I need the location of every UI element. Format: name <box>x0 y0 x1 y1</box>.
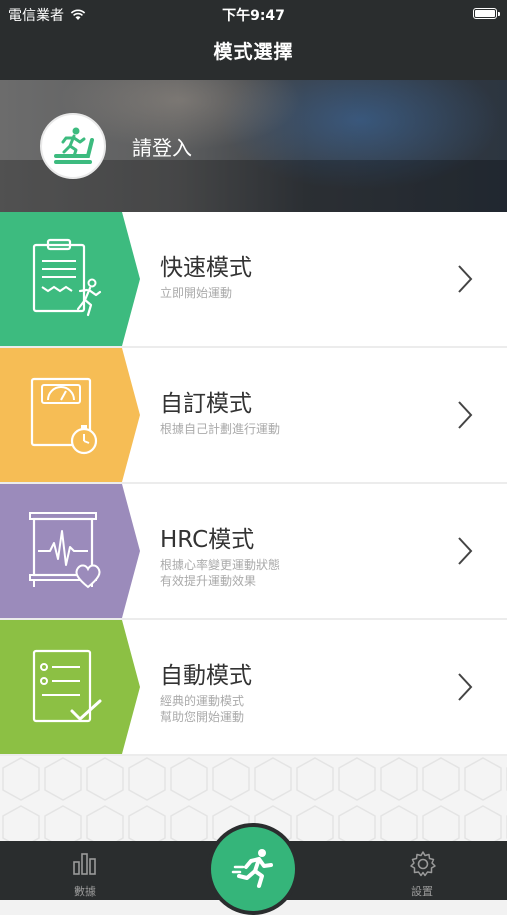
scale-stopwatch-icon <box>30 377 98 455</box>
status-bar: 電信業者 下午9:47 <box>0 0 507 28</box>
mode-subtitle-line2: 幫助您開始運動 <box>160 710 245 724</box>
mode-item-custom[interactable]: 自訂模式 根據自己計劃進行運動 <box>0 348 507 484</box>
mode-tab-background <box>0 212 140 346</box>
runner-icon <box>231 849 273 888</box>
mode-subtitle: 根據自己計劃進行運動 <box>160 421 280 437</box>
checklist-icon <box>32 649 102 723</box>
mode-tab-background <box>0 620 140 754</box>
tab-data-label: 數據 <box>74 885 96 898</box>
gear-icon <box>410 851 436 877</box>
mode-title: 自動模式 <box>160 663 252 689</box>
mode-subtitle: 立即開始運動 <box>160 285 232 301</box>
tab-settings-label: 設置 <box>411 885 433 898</box>
chevron-right-icon <box>458 673 473 701</box>
mode-item-auto[interactable]: 自動模式 經典的運動模式 幫助您開始運動 <box>0 620 507 756</box>
profile-header[interactable]: 請登入 <box>0 80 507 212</box>
mode-subtitle-line2: 有效提升運動效果 <box>160 574 257 588</box>
mode-item-hrc[interactable]: HRC模式 根據心率變更運動狀態 有效提升運動效果 <box>0 484 507 620</box>
mode-subtitle-line1: 立即開始運動 <box>160 286 233 300</box>
mode-tab-background <box>0 348 140 482</box>
clock: 下午9:47 <box>222 8 285 24</box>
mode-title: HRC模式 <box>160 527 255 553</box>
mode-list: 快速模式 立即開始運動 自訂模式 根據自己計劃進行運動 HRC模式 根據心率變更… <box>0 212 507 756</box>
treadmill-runner-icon <box>54 127 94 164</box>
heart-monitor-icon <box>29 512 101 589</box>
mode-subtitle-line1: 根據自己計劃進行運動 <box>160 422 281 436</box>
mode-title: 快速模式 <box>160 255 252 281</box>
avatar[interactable] <box>40 113 106 179</box>
mode-item-quick[interactable]: 快速模式 立即開始運動 <box>0 212 507 348</box>
mode-subtitle: 根據心率變更運動狀態 有效提升運動效果 <box>160 557 280 589</box>
start-run-button[interactable] <box>207 823 299 915</box>
chevron-right-icon <box>458 401 473 429</box>
page-title: 模式選擇 <box>0 28 507 80</box>
mode-subtitle-line1: 經典的運動模式 <box>160 694 245 708</box>
tab-settings[interactable]: 設置 <box>372 841 472 900</box>
chevron-right-icon <box>458 537 473 565</box>
mode-title: 自訂模式 <box>160 391 252 417</box>
clipboard-runner-icon <box>32 238 102 317</box>
bar-chart-icon <box>73 853 96 875</box>
mode-tab-background <box>0 484 140 618</box>
tab-data[interactable]: 數據 <box>35 841 135 900</box>
battery-icon <box>473 8 500 19</box>
login-label[interactable]: 請登入 <box>132 132 192 161</box>
mode-subtitle: 經典的運動模式 幫助您開始運動 <box>160 693 244 725</box>
mode-subtitle-line1: 根據心率變更運動狀態 <box>160 558 281 572</box>
chevron-right-icon <box>458 265 473 293</box>
